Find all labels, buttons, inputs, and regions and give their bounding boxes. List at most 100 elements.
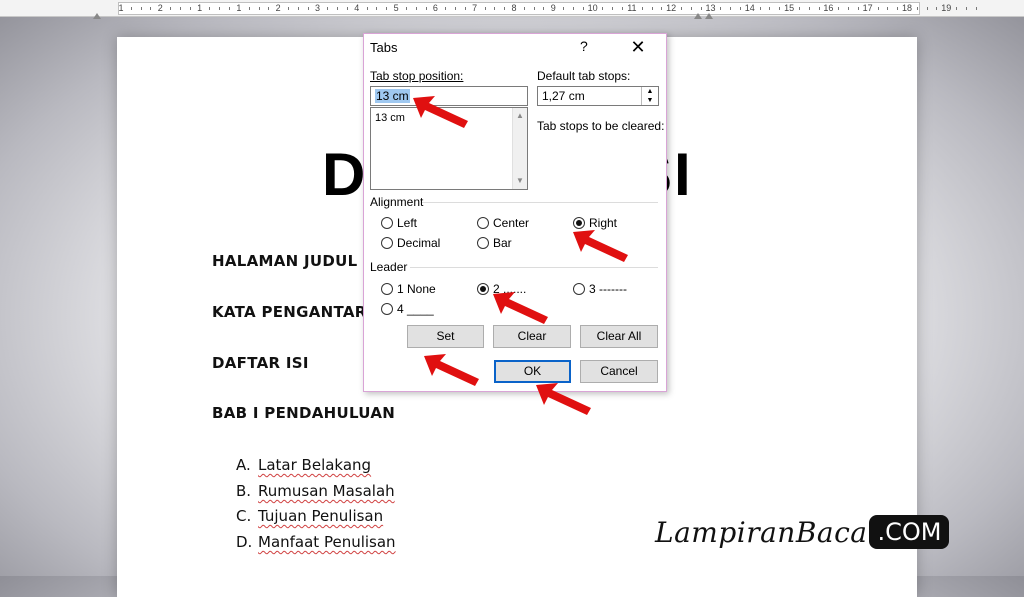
- ruler-tick: [622, 7, 624, 10]
- radio-indicator[interactable]: [477, 217, 489, 229]
- default-tab-stops-input[interactable]: 1,27 cm ▲ ▼: [537, 86, 659, 106]
- ruler-tick: [720, 7, 722, 10]
- radio-indicator[interactable]: [573, 283, 585, 295]
- watermark-script: LampiranBaca: [655, 515, 868, 549]
- radio-indicator[interactable]: [477, 283, 489, 295]
- ruler-tick: [523, 7, 525, 10]
- indent-marker[interactable]: [93, 13, 101, 19]
- ruler-number: 2: [275, 3, 281, 13]
- list-item: A. Latar Belakang: [236, 456, 371, 474]
- ruler-tick: [288, 7, 290, 10]
- ruler-tick: [779, 7, 781, 10]
- radio-indicator[interactable]: [381, 237, 393, 249]
- alignment-bar-radio[interactable]: Bar: [477, 236, 512, 250]
- ruler-tick: [337, 7, 339, 10]
- ruler-track: 1 2 1 1 2 3 4 5 6 7 8 9 10 11 12 13 14 15 16 17 18 19: [93, 2, 977, 19]
- radio-indicator[interactable]: [381, 283, 393, 295]
- tab-stop-list-item[interactable]: 13 cm: [375, 112, 405, 124]
- scroll-down-icon[interactable]: ▼: [513, 175, 527, 187]
- ruler-tick: [494, 7, 496, 10]
- ruler-tick: [897, 7, 899, 10]
- radio-indicator[interactable]: [381, 217, 393, 229]
- ruler-tick: [739, 7, 741, 10]
- set-button[interactable]: Set: [407, 325, 484, 348]
- list-item-number: B.: [236, 482, 252, 500]
- clear-button[interactable]: Clear: [493, 325, 571, 348]
- leader-dashes-radio[interactable]: 3 -------: [573, 282, 627, 296]
- ruler-number: 7: [472, 3, 478, 13]
- list-scrollbar[interactable]: ▲ ▼: [512, 108, 527, 189]
- alignment-left-radio[interactable]: Left: [381, 216, 417, 230]
- ruler-tick: [582, 7, 584, 10]
- tab-stop-marker[interactable]: [694, 13, 702, 19]
- close-icon[interactable]: ✕: [626, 36, 650, 58]
- ruler-number: 4: [354, 3, 360, 13]
- list-item-number: D.: [236, 533, 253, 551]
- ruler-tick: [189, 7, 191, 10]
- scroll-up-icon[interactable]: ▲: [513, 110, 527, 122]
- ruler-tick: [975, 7, 977, 10]
- ruler-number: 1: [197, 3, 203, 13]
- ruler-number: 2: [157, 3, 163, 13]
- ruler-tick: [956, 7, 958, 10]
- default-tab-stops-spinner[interactable]: ▲ ▼: [641, 87, 658, 105]
- tab-stop-position-label-text: Tab stop position:: [370, 69, 464, 83]
- document-title-left: D: [322, 141, 368, 208]
- radio-label: 4 ____: [397, 302, 434, 316]
- ruler-number: 19: [941, 3, 952, 13]
- spin-down-icon[interactable]: ▼: [642, 96, 658, 105]
- arrow-icon: [536, 383, 591, 415]
- ruler-tick: [445, 7, 447, 10]
- ruler-tick: [818, 7, 820, 10]
- list-item: D. Manfaat Penulisan: [236, 533, 396, 551]
- ruler-number: 5: [393, 3, 399, 13]
- ruler-tick: [838, 7, 840, 10]
- list-item-text: Rumusan Masalah: [258, 482, 395, 500]
- clear-all-button[interactable]: Clear All: [580, 325, 658, 348]
- help-icon[interactable]: ?: [580, 38, 588, 54]
- ruler-tick: [965, 7, 967, 10]
- ruler-tick: [258, 7, 260, 10]
- horizontal-ruler[interactable]: 1 2 1 1 2 3 4 5 6 7 8 9 10 11 12 13 14 15 16 17 18 19: [0, 0, 1024, 19]
- arrow-icon: [424, 354, 479, 386]
- ruler-tick: [887, 7, 889, 10]
- heading-halaman-judul: HALAMAN JUDUL: [212, 252, 358, 270]
- radio-label: Decimal: [397, 236, 441, 250]
- spin-up-icon[interactable]: ▲: [642, 87, 658, 96]
- ruler-tick: [641, 7, 643, 10]
- ruler-tick: [936, 7, 938, 10]
- ruler-tick: [327, 7, 329, 10]
- ruler-number: 14: [744, 3, 755, 13]
- ruler-number: 11: [627, 3, 637, 13]
- ruler-tick: [219, 7, 221, 10]
- radio-label: Bar: [493, 236, 512, 250]
- default-tab-stops-value: 1,27 cm: [542, 89, 585, 103]
- ruler-tick: [484, 7, 486, 10]
- alignment-decimal-radio[interactable]: Decimal: [381, 236, 440, 250]
- radio-indicator[interactable]: [477, 237, 489, 249]
- radio-label: 3 -------: [589, 282, 627, 296]
- leader-none-radio[interactable]: 1 None: [381, 282, 436, 296]
- ok-button[interactable]: OK: [494, 360, 571, 383]
- ruler-tick: [366, 7, 368, 10]
- ruler-tick: [405, 7, 407, 10]
- ruler-tick: [307, 7, 309, 10]
- ruler-number: 13: [705, 3, 716, 13]
- ruler-tick: [730, 7, 732, 10]
- arrow-icon: [493, 292, 548, 324]
- ruler-tick: [140, 7, 142, 10]
- radio-indicator[interactable]: [381, 303, 393, 315]
- ruler-tick: [798, 7, 800, 10]
- ruler-number: 8: [511, 3, 517, 13]
- cancel-button[interactable]: Cancel: [580, 360, 658, 383]
- leader-divider: [410, 267, 658, 268]
- ruler-tick: [415, 7, 417, 10]
- ruler-tick: [297, 7, 299, 10]
- leader-underline-radio[interactable]: 4 ____: [381, 302, 434, 316]
- ruler-tick: [504, 7, 506, 10]
- list-item-text: Manfaat Penulisan: [258, 533, 396, 551]
- alignment-center-radio[interactable]: Center: [477, 216, 529, 230]
- ruler-tick: [602, 7, 604, 10]
- tab-stop-marker[interactable]: [705, 13, 713, 19]
- ruler-tick: [700, 7, 702, 10]
